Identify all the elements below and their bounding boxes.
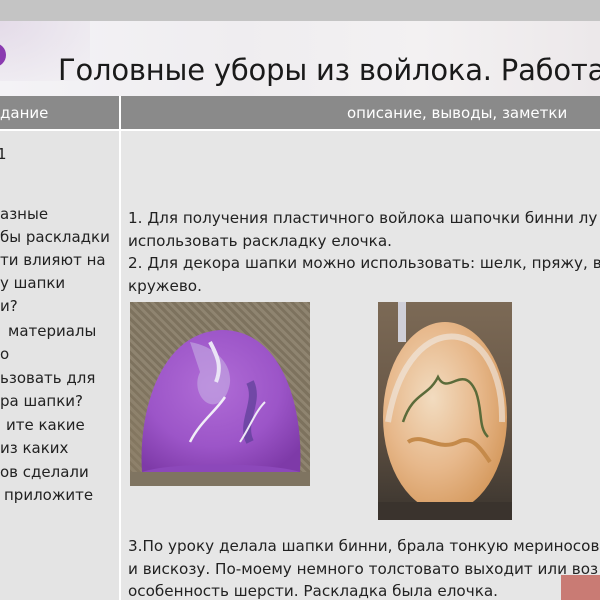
page-title: Головные уборы из войлока. Работа н	[58, 53, 600, 87]
task-line: бы раскладки	[0, 228, 110, 246]
table-header-notes: описание, выводы, заметки	[121, 96, 600, 129]
notes-line: использовать раскладку елочка.	[128, 231, 392, 250]
title-area: Головные уборы из войлока. Работа н	[0, 21, 600, 96]
task-line: и?	[0, 297, 18, 315]
notes-line: 1. Для получения пластичного войлока шап…	[128, 209, 598, 227]
task-line: ов сделали	[0, 463, 89, 481]
table-header-notes-label: описание, выводы, заметки	[347, 104, 568, 122]
task-number: 1	[0, 145, 7, 163]
notes-line: и вискозу. По-моему немного толстовато в…	[128, 559, 599, 578]
table-header-task: дание	[0, 96, 119, 129]
task-line: о	[0, 345, 10, 363]
task-line: азные	[0, 205, 49, 223]
notes-paragraph-2: 3.По уроку делала шапки бинни, брала тон…	[128, 535, 599, 600]
task-line: приложите	[4, 486, 94, 504]
task-line: у шапки	[0, 274, 66, 292]
task-line: ьзовать для	[0, 369, 96, 387]
orange-hat-image	[378, 302, 512, 520]
notes-line: особенность шерсти. Раскладка была елочк…	[128, 582, 499, 600]
task-line: ра шапки?	[0, 392, 83, 410]
notes-line: 3.По уроку делала шапки бинни, брала тон…	[128, 537, 600, 555]
task-line: материалы	[8, 322, 97, 340]
corner-image-thumbnail	[561, 575, 600, 600]
task-line: из каких	[0, 439, 69, 457]
task-line: ти влияют на	[0, 251, 106, 269]
task-cell: 1 азные бы раскладки ти влияют на у шапк…	[0, 131, 119, 600]
notes-line: кружево.	[128, 276, 202, 295]
task-line: ите какие	[6, 416, 85, 434]
orange-felt-hat-photo	[378, 302, 512, 520]
notes-cell: 1. Для получения пластичного войлока шап…	[121, 131, 600, 600]
top-bar	[0, 0, 600, 21]
table-header-task-label: дание	[0, 104, 49, 122]
purple-hat-image	[130, 330, 310, 486]
notes-line: 2. Для декора шапки можно использовать: …	[128, 254, 600, 272]
notes-paragraph-1: 1. Для получения пластичного войлока шап…	[128, 207, 600, 297]
purple-felt-hat-photo	[130, 302, 310, 486]
